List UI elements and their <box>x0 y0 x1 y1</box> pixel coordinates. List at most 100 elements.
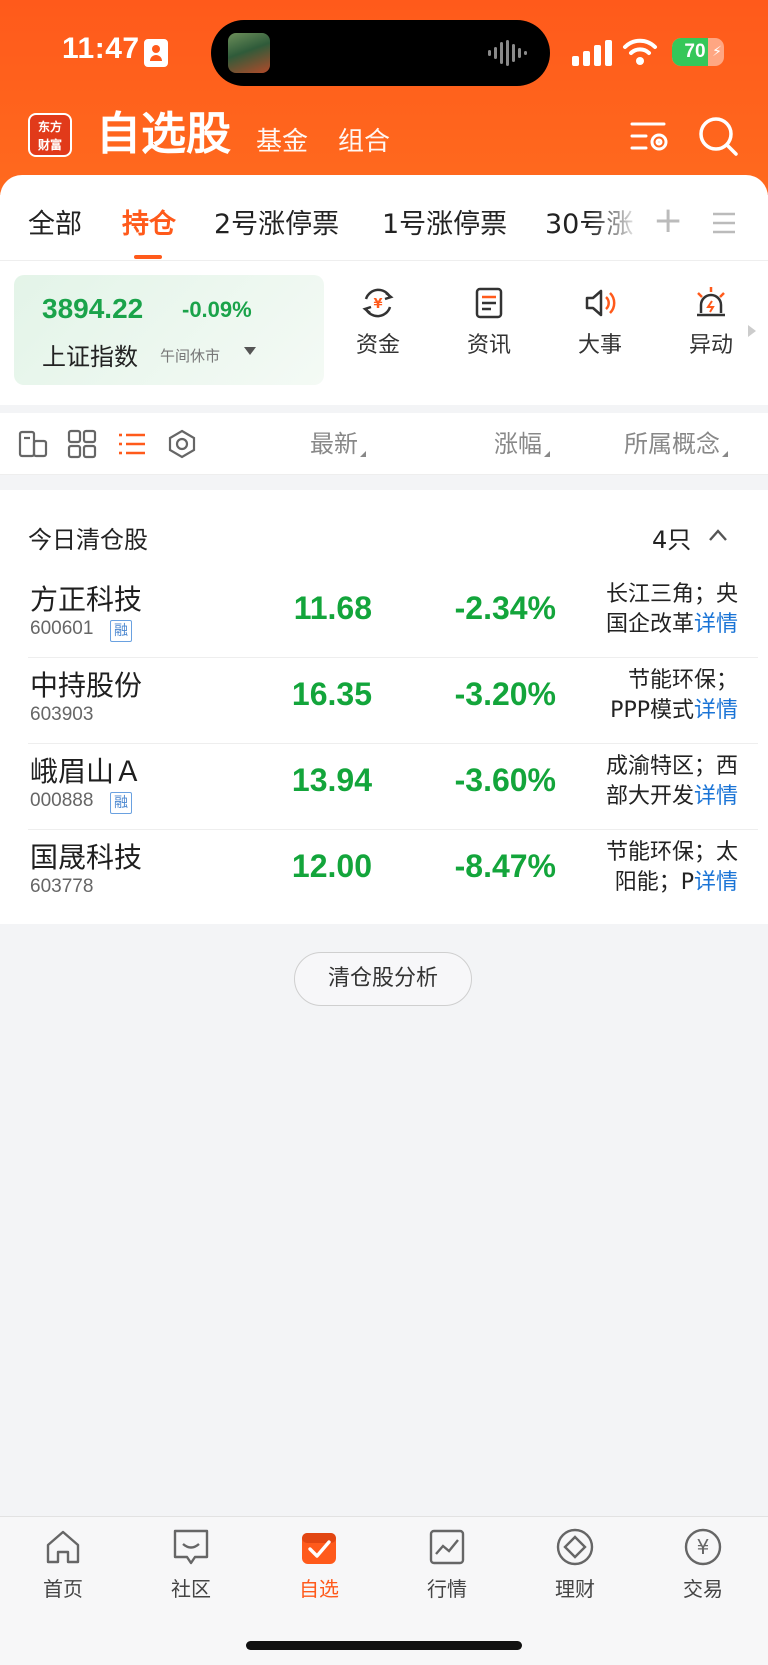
quick-link-label: 异动 <box>688 333 733 358</box>
status-bar: 11:47 70 ⚡ <box>0 0 768 100</box>
quick-link-label: 资金 <box>355 333 400 358</box>
nav-market[interactable]: 行情 <box>397 1527 497 1602</box>
stock-concept: 成渝特区；西 部大开发详情 <box>588 752 738 812</box>
nav-label: 行情 <box>427 1577 467 1601</box>
nav-home[interactable]: 首页 <box>13 1527 113 1602</box>
stock-name: 国晟科技 <box>30 841 143 874</box>
quick-link-fund[interactable]: ¥ 资金 <box>338 285 418 359</box>
stock-concept: 节能环保；太 阳能；P详情 <box>588 838 738 898</box>
charging-bolt-icon: ⚡ <box>712 44 722 60</box>
home-indicator[interactable] <box>246 1641 522 1650</box>
stock-change: -8.47% <box>454 848 556 884</box>
quick-link-events[interactable]: 大事 <box>560 285 640 359</box>
header-tab-fund[interactable]: 基金 <box>256 122 308 162</box>
concept-line1: 节能环保； <box>627 668 738 693</box>
app-header: 11:47 70 ⚡ 东方 财富 自选股 基金 组合 <box>0 0 768 195</box>
cleared-analysis-button[interactable]: 清仓股分析 <box>294 952 472 1006</box>
header-tab-portfolio[interactable]: 组合 <box>338 122 390 162</box>
sort-concept[interactable]: 所属概念 <box>624 427 728 461</box>
concept-line2: 阳能；P <box>614 870 694 895</box>
nav-community[interactable]: 社区 <box>141 1527 241 1602</box>
grid-view-icon[interactable] <box>67 429 97 459</box>
index-dropdown-icon[interactable] <box>244 347 256 355</box>
stock-name: 中持股份 <box>30 669 143 702</box>
scroll-right-icon[interactable] <box>748 325 756 337</box>
nav-label: 理财 <box>555 1577 595 1601</box>
trade-icon: ¥ <box>684 1528 722 1566</box>
stock-code: 603903 <box>30 704 94 725</box>
logo-line1: 东方 <box>37 120 62 134</box>
search-icon[interactable] <box>696 114 740 158</box>
tabs-fade <box>590 195 650 255</box>
chevron-up-icon[interactable] <box>708 528 728 542</box>
sort-latest[interactable]: 最新 <box>310 427 366 461</box>
stock-price: 11.68 <box>293 590 372 626</box>
margin-badge: 融 <box>110 792 132 814</box>
stock-change: -3.20% <box>454 676 556 712</box>
nav-label: 社区 <box>171 1577 211 1601</box>
details-link[interactable]: 详情 <box>694 784 738 809</box>
wealth-icon <box>556 1528 594 1566</box>
battery-indicator: 70 ⚡ <box>672 38 724 66</box>
stock-row[interactable]: 方正科技 600601 融 11.68 -2.34% 长江三角；央 国企改革详情 <box>0 572 768 658</box>
concept-line2: 部大开发 <box>605 784 694 809</box>
app-logo[interactable]: 东方 财富 <box>28 113 72 157</box>
id-card-icon <box>144 39 168 67</box>
list-view-icon[interactable] <box>117 429 147 459</box>
page-title[interactable]: 自选股 <box>96 104 231 164</box>
tab-holdings[interactable]: 持仓 <box>122 205 176 245</box>
list-toolbar: 最新 涨幅 所属概念 <box>0 413 768 475</box>
dynamic-island[interactable] <box>211 20 550 86</box>
nav-label: 自选 <box>299 1577 339 1601</box>
stock-code: 600601 <box>30 618 94 639</box>
stock-row[interactable]: 国晟科技 603778 12.00 -8.47% 节能环保；太 阳能；P详情 <box>0 830 768 916</box>
details-link[interactable]: 详情 <box>694 612 738 637</box>
sort-change[interactable]: 涨幅 <box>494 427 550 461</box>
details-link[interactable]: 详情 <box>694 698 738 723</box>
section-title: 今日清仓股 <box>28 526 148 554</box>
tab-limit-up-2[interactable]: 2号涨停票 <box>214 205 339 245</box>
concept-line1: 节能环保；太 <box>605 840 738 865</box>
sort-indicator-icon <box>360 451 366 457</box>
layout-switch-icon[interactable] <box>18 429 48 459</box>
wifi-icon <box>623 38 657 65</box>
nav-trade[interactable]: ¥ 交易 <box>653 1527 753 1602</box>
svg-text:¥: ¥ <box>697 1535 710 1559</box>
section-count: 4只 <box>652 526 692 554</box>
tab-all[interactable]: 全部 <box>28 205 82 245</box>
nav-wealth[interactable]: 理财 <box>525 1527 625 1602</box>
menu-icon[interactable] <box>712 211 736 235</box>
sort-indicator-icon <box>722 451 728 457</box>
concept-line1: 长江三角；央 <box>605 582 738 607</box>
concept-line1: 成渝特区；西 <box>605 754 738 779</box>
stock-price: 13.94 <box>291 762 372 798</box>
details-link[interactable]: 详情 <box>694 870 738 895</box>
sort-concept-label: 所属概念 <box>624 430 720 458</box>
stock-row[interactable]: 峨眉山Ａ 000888 融 13.94 -3.60% 成渝特区；西 部大开发详情 <box>0 744 768 830</box>
quick-link-news[interactable]: 资讯 <box>449 285 529 359</box>
stock-row[interactable]: 中持股份 603903 16.35 -3.20% 节能环保； PPP模式详情 <box>0 658 768 744</box>
index-card[interactable]: 3894.22 -0.09% 上证指数 午间休市 <box>14 275 324 385</box>
community-icon <box>173 1529 209 1565</box>
nav-watchlist[interactable]: 自选 <box>269 1527 369 1602</box>
now-playing-thumbnail <box>228 33 270 73</box>
market-status: 午间休市 <box>160 347 221 365</box>
audio-wave-icon <box>488 40 527 66</box>
alarm-icon <box>697 287 725 317</box>
stock-name: 峨眉山Ａ <box>30 755 143 788</box>
index-price: 3894.22 <box>42 293 144 324</box>
quick-link-alerts[interactable]: 异动 <box>671 285 751 359</box>
sort-latest-label: 最新 <box>310 430 358 458</box>
header-nav: 东方 财富 自选股 基金 组合 <box>0 104 768 168</box>
market-icon <box>429 1529 465 1565</box>
index-name: 上证指数 <box>42 343 138 371</box>
stock-price: 12.00 <box>291 848 372 884</box>
list-settings-icon[interactable] <box>628 114 672 158</box>
cleared-stocks-section: 今日清仓股 4只 方正科技 600601 融 11.68 -2.34% 长江三角… <box>0 490 768 924</box>
nav-label: 首页 <box>43 1577 83 1601</box>
settings-hex-icon[interactable] <box>167 429 197 459</box>
watchlist-icon <box>302 1533 336 1564</box>
add-group-button[interactable]: + <box>653 199 683 243</box>
tab-limit-up-1[interactable]: 1号涨停票 <box>382 205 507 245</box>
sort-indicator-icon <box>544 451 550 457</box>
